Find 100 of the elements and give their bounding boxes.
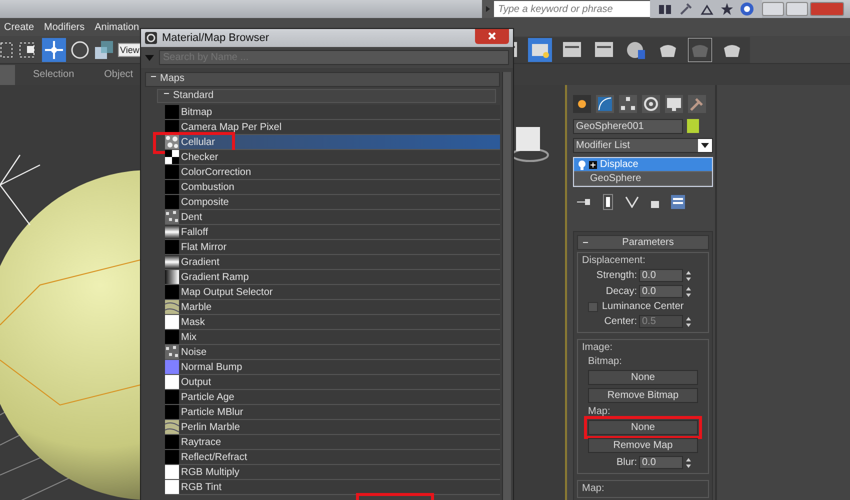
map-list-item[interactable]: Gradient Ramp — [165, 270, 500, 285]
configure-icon[interactable] — [671, 195, 685, 209]
help-icon[interactable] — [740, 2, 754, 16]
checkbox[interactable] — [588, 302, 598, 312]
pattern-swatch-icon — [165, 150, 179, 164]
field-label: Center: — [604, 316, 637, 327]
hierarchy-icon[interactable] — [619, 95, 637, 113]
map-list-item[interactable]: Mix — [165, 330, 500, 345]
ribbon-handle[interactable] — [0, 64, 15, 84]
modifier-list-dropdown[interactable]: Modifier List — [573, 138, 713, 153]
map-list-item[interactable]: Dent — [165, 210, 500, 225]
folder-icon[interactable] — [528, 38, 552, 62]
pattern-swatch-icon — [165, 255, 179, 269]
pattern-swatch-icon — [165, 135, 179, 149]
search-field[interactable]: Type a keyword or phrase — [494, 1, 650, 17]
map-list-item[interactable]: RGB Multiply — [165, 465, 500, 480]
expand-icon[interactable] — [589, 160, 597, 168]
spinner-field[interactable]: 0.0 — [639, 269, 683, 282]
category-header[interactable]: Maps — [145, 72, 500, 87]
pattern-swatch-icon — [165, 225, 179, 239]
menu-item[interactable]: Animation — [94, 22, 140, 32]
stack-item[interactable]: Displace — [574, 158, 712, 172]
selection-region-icon[interactable] — [0, 40, 14, 60]
field-label: Map: — [587, 406, 612, 417]
spinner-field[interactable]: 0.0 — [639, 285, 683, 298]
curve-icon[interactable] — [596, 95, 614, 113]
map-list-item[interactable]: Flat Mirror — [165, 240, 500, 255]
binoculars-icon[interactable] — [658, 3, 672, 15]
motion-icon[interactable] — [642, 95, 660, 113]
map-list-item[interactable]: ColorCorrection — [165, 165, 500, 180]
spinner-field[interactable]: 0.0 — [639, 456, 683, 469]
funnel-icon[interactable] — [625, 196, 639, 208]
wrench-icon[interactable] — [679, 3, 693, 15]
stack-item[interactable]: GeoSphere — [574, 172, 712, 186]
map-list-item[interactable]: Composite — [165, 195, 500, 210]
group-label: Image: — [582, 342, 614, 353]
hammer-icon[interactable] — [688, 95, 706, 113]
field-label: Bitmap: — [587, 356, 623, 367]
map-list-item[interactable]: Camera Map Per Pixel — [165, 120, 500, 135]
category-header[interactable]: Standard — [157, 89, 496, 103]
monitor-icon[interactable] — [665, 95, 683, 113]
field-label: Strength: — [596, 270, 637, 281]
remove-bitmap-button[interactable]: Remove Bitmap — [588, 388, 698, 403]
map-list-item[interactable]: Raytrace — [165, 435, 500, 450]
map-list-item[interactable]: Checker — [165, 150, 500, 165]
map-list-item[interactable]: Bitmap — [165, 105, 500, 120]
close-button[interactable] — [475, 29, 509, 44]
menu-item[interactable]: Create — [4, 22, 34, 32]
map-list-item[interactable]: Mask — [165, 315, 500, 330]
map-list-item[interactable]: Output — [165, 375, 500, 390]
show-end-result-icon[interactable] — [603, 194, 613, 210]
sun-icon[interactable] — [573, 95, 591, 113]
map-list-item[interactable]: Reflect/Refract — [165, 450, 500, 465]
map-list-item[interactable]: Cellular — [165, 135, 500, 150]
close-icon[interactable] — [488, 32, 496, 40]
map-list-item[interactable]: Gradient — [165, 255, 500, 270]
menu-item[interactable]: Modifiers — [44, 22, 85, 32]
map-list-item[interactable]: RGB Tint — [165, 480, 500, 495]
move-icon[interactable] — [42, 38, 66, 62]
map-list-item[interactable]: Normal Bump — [165, 360, 500, 375]
pattern-swatch-icon — [165, 300, 179, 314]
map-list-item[interactable]: Particle Age — [165, 390, 500, 405]
ribbon-tab[interactable]: Selection — [15, 69, 86, 80]
scrollbar[interactable] — [502, 72, 511, 500]
field-label: Blur: — [616, 457, 637, 468]
color-swatch[interactable] — [687, 119, 699, 133]
map-list-item[interactable]: Falloff — [165, 225, 500, 240]
map-list-item[interactable]: Perlin Marble — [165, 420, 500, 435]
spinner-arrows-icon[interactable] — [685, 316, 692, 328]
star-icon[interactable] — [721, 3, 733, 15]
group-label: Displacement: — [582, 255, 646, 266]
none-button[interactable]: None — [588, 370, 698, 385]
map-list-item[interactable]: Particle MBlur — [165, 405, 500, 420]
spinner-arrows-icon[interactable] — [685, 456, 692, 468]
pin-icon[interactable] — [577, 197, 591, 207]
spinner-arrows-icon[interactable] — [685, 286, 692, 298]
object-name-field[interactable]: GeoSphere001 — [573, 119, 683, 134]
rotate-icon[interactable] — [70, 40, 90, 60]
pattern-swatch-icon — [165, 210, 179, 224]
rollout-header[interactable]: Parameters — [577, 235, 709, 250]
restore-button[interactable] — [786, 2, 808, 16]
spinner-arrows-icon[interactable] — [685, 270, 692, 282]
map-list-item[interactable]: Noise — [165, 345, 500, 360]
minimize-button[interactable] — [762, 2, 784, 16]
pattern-swatch-icon — [165, 420, 179, 434]
checkbox-label: Luminance Center — [602, 301, 684, 312]
remove-map-button[interactable]: Remove Map — [588, 438, 698, 453]
dialog-title: Material/Map Browser — [162, 32, 269, 44]
view-dropdown[interactable]: View — [118, 42, 142, 56]
app-logo-icon — [145, 32, 157, 44]
light-bulb-icon[interactable] — [578, 160, 586, 170]
map-list-item[interactable]: Marble — [165, 300, 500, 315]
pattern-swatch-icon — [165, 345, 179, 359]
map-list-item[interactable]: Map Output Selector — [165, 285, 500, 300]
map-list-item[interactable]: Combustion — [165, 180, 500, 195]
field-label: Decay: — [606, 286, 637, 297]
scale-icon[interactable] — [94, 40, 114, 60]
modifier-list-label: Modifier List — [576, 140, 630, 151]
group-label: Map: — [582, 483, 606, 494]
pattern-swatch-icon — [165, 270, 179, 284]
